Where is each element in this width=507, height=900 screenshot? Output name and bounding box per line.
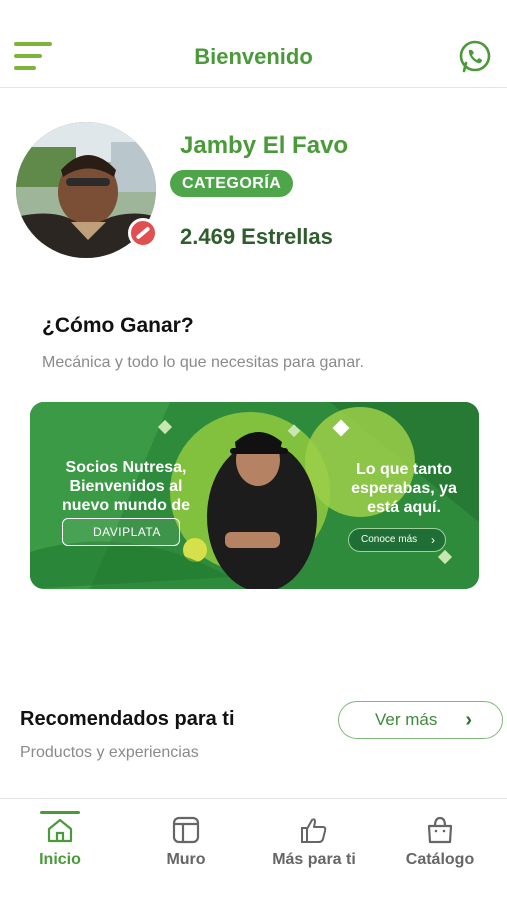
tab-label: Muro xyxy=(166,851,206,868)
how-to-win-title[interactable]: ¿Cómo Ganar? xyxy=(42,314,194,338)
top-bar: Bienvenido xyxy=(0,0,507,88)
user-name: Jamby El Favo xyxy=(180,132,349,159)
banner-button-label: Conoce más xyxy=(361,534,418,545)
page-title: Bienvenido xyxy=(194,44,313,69)
wall-icon xyxy=(172,816,200,844)
banner-right-text: Lo que tanto esperabas, ya está aquí. xyxy=(351,461,457,516)
tab-muro[interactable]: Muro xyxy=(146,799,226,879)
thumbs-up-icon xyxy=(301,818,327,843)
tab-mas-para-ti[interactable]: Más para ti xyxy=(262,799,366,879)
tab-label: Más para ti xyxy=(272,851,356,868)
see-more-button[interactable]: Ver más › xyxy=(338,701,503,739)
how-to-win-subtitle: Mecánica y todo lo que necesitas para ga… xyxy=(42,354,364,371)
status-badge xyxy=(128,218,158,248)
bag-icon xyxy=(427,816,453,844)
chevron-right-icon: › xyxy=(431,533,435,547)
home-icon xyxy=(47,818,73,843)
tab-label: Catálogo xyxy=(405,851,475,868)
banner-learn-more-button[interactable]: Conoce más › xyxy=(348,528,446,552)
bottom-tab-bar: Inicio Muro Más para ti Catálogo xyxy=(0,798,507,900)
whatsapp-icon[interactable] xyxy=(456,38,494,76)
category-badge: CATEGORÍA xyxy=(170,170,294,197)
banner-left-text: Socios Nutresa, Bienvenidos al nuevo mun… xyxy=(62,459,190,514)
tab-catalogo[interactable]: Catálogo xyxy=(398,799,482,879)
daviplata-logo: DAVIPLATA xyxy=(62,518,180,546)
stars-count: 2.469 Estrellas xyxy=(180,224,333,249)
tab-inicio[interactable]: Inicio xyxy=(20,799,100,879)
recommended-title: Recomendados para ti xyxy=(20,708,235,730)
promo-banner[interactable]: Socios Nutresa, Bienvenidos al nuevo mun… xyxy=(30,402,479,589)
recommended-subtitle: Productos y experiencias xyxy=(20,744,199,761)
see-more-label: Ver más xyxy=(375,710,438,729)
tab-label: Inicio xyxy=(39,851,81,868)
chevron-right-icon: › xyxy=(465,709,472,731)
